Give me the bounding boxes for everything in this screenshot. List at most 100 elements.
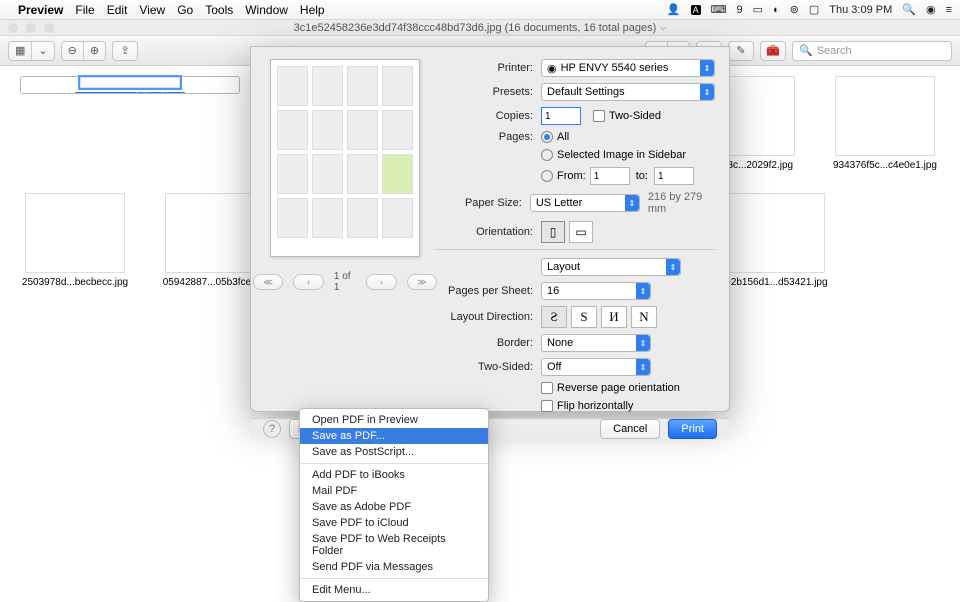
chevron-updown-icon: ⇕ [636, 359, 650, 375]
help-button[interactable]: ? [263, 420, 281, 438]
display-icon[interactable]: ▭ [753, 3, 763, 16]
pages-from-radio[interactable] [541, 170, 553, 182]
presets-select[interactable]: Default Settings ⇕ [541, 83, 715, 101]
cancel-button[interactable]: Cancel [600, 419, 660, 439]
border-label: Border: [435, 337, 533, 349]
pages-per-sheet-select[interactable]: 16 ⇕ [541, 282, 651, 300]
search-icon: 🔍 [799, 44, 813, 57]
menu-edit[interactable]: Edit [107, 3, 128, 17]
two-sided-checkbox[interactable] [593, 110, 605, 122]
menu-help[interactable]: Help [300, 3, 325, 17]
thumbnail-item[interactable]: fe2b156d1...d53421.jpg [720, 193, 830, 288]
presets-label: Presets: [435, 86, 533, 98]
thumbnail-item[interactable]: 934376f5c...c4e0e1.jpg [830, 76, 940, 171]
thumbnail-item[interactable]: 2503978d...becbecc.jpg [20, 193, 130, 288]
chevron-updown-icon: ⇕ [625, 195, 639, 211]
toolbar-search[interactable]: 🔍 Search [792, 41, 952, 61]
page-last-button[interactable]: ≫ [407, 274, 438, 290]
menu-window[interactable]: Window [245, 3, 288, 17]
spotlight-icon[interactable]: 🔍 [902, 3, 916, 16]
timemachine-icon[interactable]: ◐ [773, 4, 780, 16]
orientation-label: Orientation: [435, 226, 533, 238]
page-first-button[interactable]: ≪ [253, 274, 284, 290]
paper-size-label: Paper Size: [435, 197, 522, 209]
pages-to-label: to: [636, 170, 648, 182]
traffic-close[interactable] [8, 23, 18, 33]
two-sided-select[interactable]: Off ⇕ [541, 358, 651, 376]
section-select[interactable]: Layout ⇕ [541, 258, 681, 276]
zoom-segmented[interactable]: ⊖⊕ [61, 41, 106, 61]
layout-dir-4[interactable]: N [631, 306, 657, 328]
border-select[interactable]: None ⇕ [541, 334, 651, 352]
adobe-badge-icon[interactable]: A [691, 5, 701, 15]
reverse-orientation-checkbox[interactable] [541, 382, 553, 394]
printer-select[interactable]: ◉ HP ENVY 5540 series ⇕ [541, 59, 715, 77]
thumbnail-filename: 2503978d...becbecc.jpg [22, 277, 128, 288]
title-dropdown-icon[interactable]: ⌵ [660, 23, 666, 33]
pages-to-input[interactable]: 1 [654, 167, 694, 185]
menu-file[interactable]: File [75, 3, 94, 17]
orientation-portrait-button[interactable]: ▯ [541, 221, 565, 243]
pdf-menu-item[interactable]: Open PDF in Preview [300, 412, 488, 428]
pdf-menu-item[interactable]: Add PDF to iBooks [300, 467, 488, 483]
menu-tools[interactable]: Tools [205, 3, 233, 17]
pdf-menu-item[interactable]: Save as PostScript... [300, 444, 488, 460]
keyboard-icon[interactable]: ⌨ [711, 3, 727, 16]
page-next-button[interactable]: › [366, 274, 397, 290]
traffic-min[interactable] [26, 23, 36, 33]
pdf-menu: Open PDF in PreviewSave as PDF...Save as… [299, 408, 489, 602]
pdf-menu-item[interactable]: Save PDF to Web Receipts Folder [300, 531, 488, 559]
search-placeholder: Search [817, 45, 852, 57]
wifi-icon[interactable]: ⊚ [790, 3, 799, 16]
paper-size-select[interactable]: US Letter ⇕ [530, 194, 640, 212]
pages-from-input[interactable]: 1 [590, 167, 630, 185]
layout-dir-3[interactable]: И [601, 306, 627, 328]
thumbnail-image [725, 193, 825, 273]
copies-input[interactable]: 1 [541, 107, 581, 125]
thumbnail-filename: fe2b156d1...d53421.jpg [722, 277, 827, 288]
window-titlebar: 3c1e52458236e3dd74f38ccc48bd73d6.jpg (16… [0, 20, 960, 36]
pdf-menu-item[interactable]: Save as PDF... [300, 428, 488, 444]
window-title: 3c1e52458236e3dd74f38ccc48bd73d6.jpg (16… [294, 22, 657, 34]
pdf-menu-item[interactable]: Edit Menu... [300, 582, 488, 598]
page-prev-button[interactable]: ‹ [293, 274, 324, 290]
app-name[interactable]: Preview [18, 3, 63, 17]
pages-per-sheet-label: Pages per Sheet: [435, 285, 533, 297]
thumbnail-filename: 3c1e52458...bd73d6.jpg [75, 92, 185, 93]
print-button[interactable]: Print [668, 419, 717, 439]
view-mode-segmented[interactable]: ▦⌄ [8, 41, 55, 61]
two-sided-select-label: Two-Sided: [435, 361, 533, 373]
thumbnail-image [835, 76, 935, 156]
count-badge[interactable]: 9 [736, 4, 742, 16]
toolbox-button[interactable]: 🧰 [760, 41, 786, 61]
pdf-menu-item[interactable]: Save as Adobe PDF [300, 499, 488, 515]
menu-view[interactable]: View [139, 3, 165, 17]
flip-horizontally-checkbox[interactable] [541, 400, 553, 412]
user-icon[interactable]: 👤 [667, 3, 681, 16]
layout-dir-2[interactable]: S [571, 306, 597, 328]
traffic-max[interactable] [44, 23, 54, 33]
pages-selected-label: Selected Image in Sidebar [557, 149, 686, 161]
pages-selected-radio[interactable] [541, 149, 553, 161]
airplay-icon[interactable]: ▢ [809, 3, 819, 16]
thumbnail-image [80, 77, 180, 88]
thumbnail-image [25, 193, 125, 273]
chevron-updown-icon: ⇕ [636, 283, 650, 299]
paper-dimensions: 216 by 279 mm [648, 191, 715, 215]
share-button[interactable]: ⇪ [112, 41, 138, 61]
layout-dir-1[interactable]: Ƨ [541, 306, 567, 328]
pdf-menu-item[interactable]: Mail PDF [300, 483, 488, 499]
sync-icon[interactable]: ◉ [926, 3, 936, 16]
orientation-landscape-button[interactable]: ▭ [569, 221, 593, 243]
print-preview-page [270, 59, 420, 257]
pdf-menu-item[interactable]: Save PDF to iCloud [300, 515, 488, 531]
thumbnail-item[interactable]: 3c1e52458...bd73d6.jpg [20, 76, 240, 94]
menu-go[interactable]: Go [177, 3, 193, 17]
notifications-icon[interactable]: ≡ [946, 4, 952, 16]
pages-all-radio[interactable] [541, 131, 553, 143]
pdf-menu-item[interactable]: Send PDF via Messages [300, 559, 488, 575]
print-dialog: ≪ ‹ 1 of 1 › ≫ Printer: ◉ HP ENVY 5540 s… [250, 46, 730, 412]
layout-direction-group: Ƨ S И N [541, 306, 657, 328]
clock[interactable]: Thu 3:09 PM [829, 4, 892, 16]
annotate-button[interactable]: ✎ [728, 41, 754, 61]
